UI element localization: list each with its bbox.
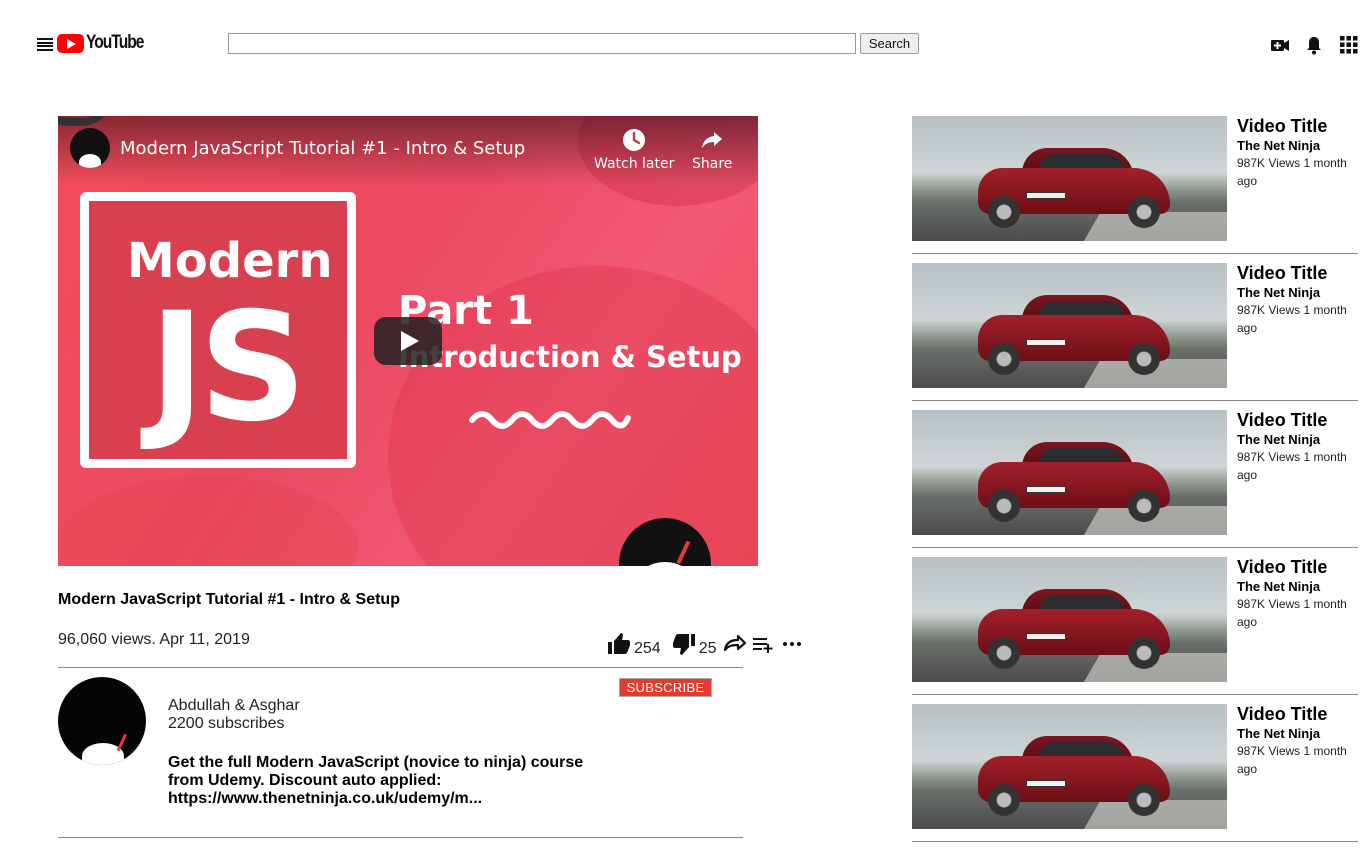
channel-avatar[interactable] — [58, 677, 146, 765]
channel-name[interactable]: Abdullah & Asghar — [168, 697, 300, 715]
apps-grid-icon[interactable] — [1339, 35, 1359, 55]
thumbnail-js-text: JS — [149, 281, 307, 455]
thumbnail-subtitle-text: Introduction & Setup — [398, 340, 742, 374]
recommendation-title[interactable]: Video Title — [1237, 116, 1327, 137]
thumbs-up-icon[interactable] — [607, 632, 631, 656]
channel-avatar-small[interactable] — [70, 128, 110, 168]
recommendation-thumbnail[interactable] — [912, 410, 1227, 535]
youtube-logo[interactable]: YouTube — [57, 32, 156, 54]
share-arrow-icon — [702, 132, 723, 148]
recommendation-card[interactable]: Video Title The Net Ninja 987K Views 1 mon… — [912, 410, 1358, 535]
divider — [58, 667, 743, 668]
recommendation-title[interactable]: Video Title — [1237, 557, 1327, 578]
bell-icon[interactable] — [1304, 35, 1324, 55]
thumbs-down-icon[interactable] — [672, 632, 696, 656]
video-player[interactable]: Modern JS Part 1 Introduction & Setup Mo… — [58, 116, 758, 566]
recommendation-meta: 987K Views 1 month ago — [1237, 597, 1347, 629]
video-add-icon[interactable] — [1270, 35, 1290, 55]
recommendation-divider — [912, 400, 1358, 401]
logo-text: YouTube — [86, 32, 144, 53]
more-icon[interactable] — [780, 632, 804, 656]
dislike-count: 25 — [698, 639, 717, 657]
recommendation-channel[interactable]: The Net Ninja — [1237, 726, 1320, 741]
recommendation-thumbnail[interactable] — [912, 263, 1227, 388]
video-description: Get the full Modern JavaScript (novice t… — [168, 754, 584, 807]
recommendation-channel[interactable]: The Net Ninja — [1237, 138, 1320, 153]
subscriber-count: 2200 subscribes — [168, 715, 285, 732]
recommendation-title[interactable]: Video Title — [1237, 263, 1327, 284]
recommendation-thumbnail[interactable] — [912, 557, 1227, 682]
share-label: Share — [692, 156, 733, 172]
recommendation-divider — [912, 841, 1358, 842]
video-views-date: 96,060 views. Apr 11, 2019 — [58, 631, 250, 648]
clock-icon — [623, 129, 646, 151]
recommendation-card[interactable]: Video Title The Net Ninja 987K Views 1 mon… — [912, 263, 1358, 388]
recommendation-divider — [912, 253, 1358, 254]
recommendation-meta: 987K Views 1 month ago — [1237, 303, 1347, 335]
recommendation-meta: 987K Views 1 month ago — [1237, 450, 1347, 482]
recommendation-meta: 987K Views 1 month ago — [1237, 744, 1347, 776]
divider — [58, 837, 743, 838]
search-input[interactable] — [228, 33, 856, 54]
recommendation-card[interactable]: Video Title The Net Ninja 987K Views 1 mon… — [912, 704, 1358, 829]
search-button[interactable]: Search — [860, 33, 919, 54]
recommendation-divider — [912, 694, 1358, 695]
recommendation-thumbnail[interactable] — [912, 116, 1227, 241]
add-to-queue-icon[interactable] — [751, 632, 775, 656]
recommendation-card[interactable]: Video Title The Net Ninja 987K Views 1 mon… — [912, 557, 1358, 682]
video-title: Modern JavaScript Tutorial #1 - Intro & … — [58, 591, 400, 608]
youtube-logo-icon — [57, 33, 84, 53]
like-count: 254 — [634, 639, 661, 657]
recommendation-title[interactable]: Video Title — [1237, 704, 1327, 725]
video-actions: 254 25 — [607, 631, 804, 657]
recommendation-title[interactable]: Video Title — [1237, 410, 1327, 431]
recommendation-channel[interactable]: The Net Ninja — [1237, 285, 1320, 300]
play-icon[interactable] — [374, 317, 442, 365]
recommendation-card[interactable]: Video Title The Net Ninja 987K Views 1 mon… — [912, 116, 1358, 241]
recommendation-thumbnail[interactable] — [912, 704, 1227, 829]
share-button[interactable]: Share — [692, 128, 732, 172]
recommendation-channel[interactable]: The Net Ninja — [1237, 579, 1320, 594]
share-icon[interactable] — [722, 632, 746, 656]
menu-icon[interactable] — [37, 38, 53, 51]
player-overlay-title[interactable]: Modern JavaScript Tutorial #1 - Intro & … — [120, 138, 525, 159]
recommendation-divider — [912, 547, 1358, 548]
subscribe-button[interactable]: SUBSCRIBE — [619, 678, 712, 697]
recommendation-meta: 987K Views 1 month ago — [1237, 156, 1347, 188]
js-logo-box: Modern JS — [80, 192, 356, 468]
squiggle-decoration — [469, 411, 631, 429]
recommendation-channel[interactable]: The Net Ninja — [1237, 432, 1320, 447]
watch-later-button[interactable]: Watch later — [594, 128, 674, 172]
watch-later-label: Watch later — [594, 156, 675, 172]
